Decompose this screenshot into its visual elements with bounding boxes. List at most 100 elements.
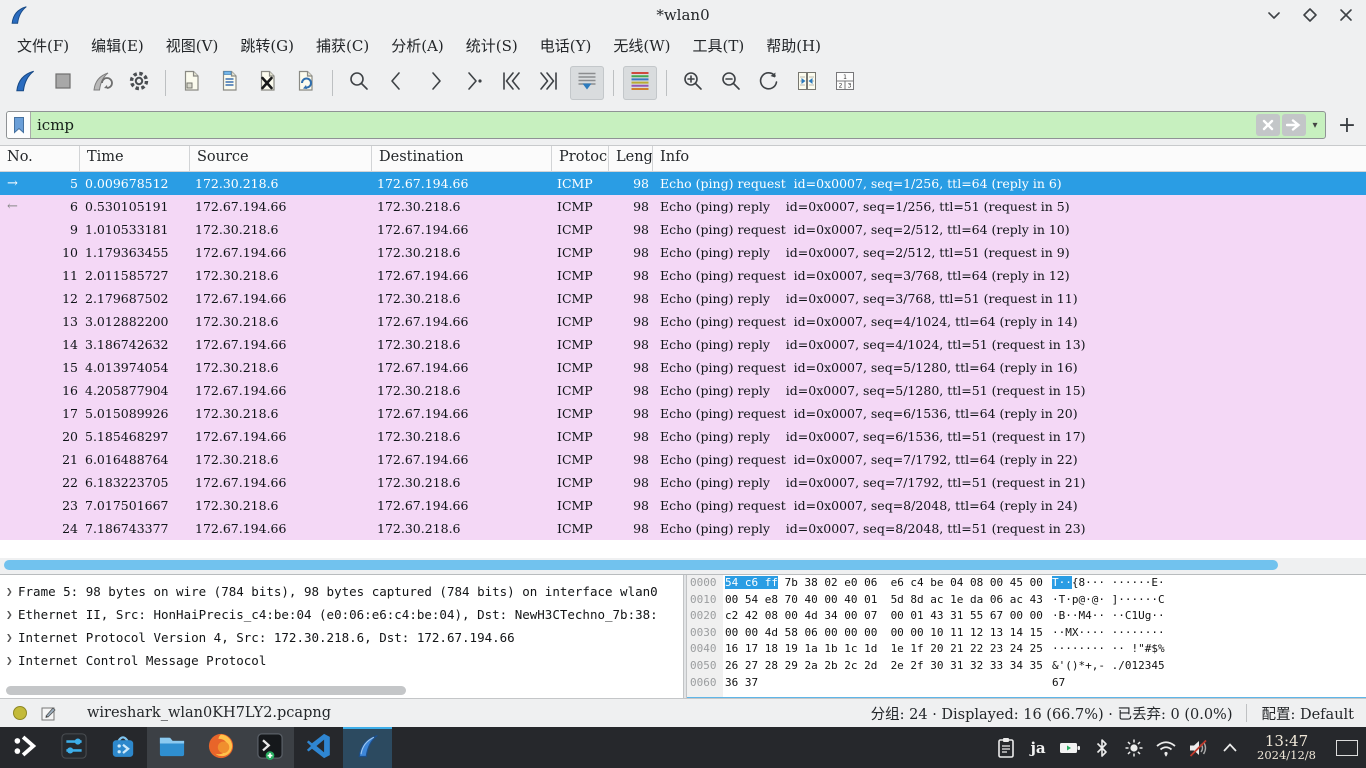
stop-capture-button[interactable]: [46, 66, 80, 100]
packet-row[interactable]: 143.186742632172.67.194.66172.30.218.6IC…: [0, 333, 1366, 356]
hex-row[interactable]: 005026 27 28 29 2a 2b 2c 2d 2e 2f 30 31 …: [687, 658, 1366, 675]
layout-columns-button[interactable]: 123: [828, 66, 862, 100]
hex-row[interactable]: 001000 54 e8 70 40 00 40 01 5d 8d ac 1e …: [687, 592, 1366, 609]
hex-row[interactable]: 004016 17 18 19 1a 1b 1c 1d 1e 1f 20 21 …: [687, 641, 1366, 658]
filter-clear-button[interactable]: [1256, 114, 1280, 136]
volume-muted-icon[interactable]: [1185, 735, 1211, 761]
battery-icon[interactable]: [1057, 735, 1083, 761]
column-header-time[interactable]: Time: [80, 146, 190, 171]
menu-statistics[interactable]: 统计(S): [455, 31, 529, 60]
go-first-button[interactable]: [494, 66, 528, 100]
hex-bytes[interactable]: c2 42 08 00 4d 34 00 07 00 01 43 31 55 6…: [725, 608, 1043, 625]
filter-dropdown-caret[interactable]: ▾: [1308, 114, 1322, 136]
column-header-length[interactable]: Length: [609, 146, 653, 171]
column-header-destination[interactable]: Destination: [372, 146, 552, 171]
expand-chevron-icon[interactable]: ❯: [6, 626, 13, 649]
clock[interactable]: 13:47 2024/12/8: [1257, 734, 1316, 762]
detail-tree-item[interactable]: ❯Internet Control Message Protocol: [0, 649, 683, 672]
filter-apply-button[interactable]: [1282, 114, 1306, 136]
hex-bytes[interactable]: 16 17 18 19 1a 1b 1c 1d 1e 1f 20 21 22 2…: [725, 641, 1043, 658]
taskbar-app-firefox[interactable]: [196, 727, 245, 768]
find-packet-button[interactable]: [342, 66, 376, 100]
taskbar-app-discover[interactable]: [98, 727, 147, 768]
restart-capture-button[interactable]: [84, 66, 118, 100]
close-file-button[interactable]: [251, 66, 285, 100]
input-method-indicator[interactable]: ja: [1025, 735, 1051, 761]
tray-expand-icon[interactable]: [1217, 735, 1243, 761]
open-file-button[interactable]: [175, 66, 209, 100]
packet-row[interactable]: 216.016488764172.30.218.6172.67.194.66IC…: [0, 448, 1366, 471]
wifi-icon[interactable]: [1153, 735, 1179, 761]
zoom-in-button[interactable]: [676, 66, 710, 100]
taskbar-app-konsole[interactable]: [245, 727, 294, 768]
column-header-no[interactable]: No.: [0, 146, 80, 171]
go-last-button[interactable]: [532, 66, 566, 100]
capture-options-button[interactable]: [122, 66, 156, 100]
scrollbar-thumb[interactable]: [4, 560, 1278, 570]
go-to-packet-button[interactable]: [456, 66, 490, 100]
profile-label[interactable]: 配置: Default: [1261, 703, 1366, 724]
go-forward-button[interactable]: [418, 66, 452, 100]
taskbar-app-wireshark[interactable]: [343, 727, 392, 768]
packet-row[interactable]: 122.179687502172.67.194.66172.30.218.6IC…: [0, 287, 1366, 310]
hex-ascii[interactable]: ·B··M4·· ··C1Ug··: [1052, 608, 1165, 625]
clipboard-icon[interactable]: [993, 735, 1019, 761]
hex-bytes[interactable]: 00 00 4d 58 06 00 00 00 00 00 10 11 12 1…: [725, 625, 1043, 642]
details-hscrollbar[interactable]: [6, 686, 406, 695]
taskbar-app-app-launcher[interactable]: [0, 727, 49, 768]
show-desktop-button[interactable]: [1336, 740, 1358, 756]
display-filter-input[interactable]: icmp ▾: [6, 111, 1326, 139]
menu-file[interactable]: 文件(F): [6, 31, 80, 60]
go-back-button[interactable]: [380, 66, 414, 100]
hex-bytes[interactable]: 26 27 28 29 2a 2b 2c 2d 2e 2f 30 31 32 3…: [725, 658, 1043, 675]
packet-row[interactable]: 60.530105191172.67.194.66172.30.218.6ICM…: [0, 195, 1366, 218]
filter-add-button[interactable]: +: [1334, 112, 1360, 138]
menu-help[interactable]: 帮助(H): [755, 31, 832, 60]
packet-row[interactable]: 154.013974054172.30.218.6172.67.194.66IC…: [0, 356, 1366, 379]
close-button[interactable]: [1336, 5, 1356, 25]
expand-chevron-icon[interactable]: ❯: [6, 603, 13, 626]
expert-info-icon[interactable]: [12, 705, 28, 721]
hex-row[interactable]: 006036 3767: [687, 675, 1366, 692]
column-header-info[interactable]: Info: [653, 146, 1366, 171]
packet-row[interactable]: 175.015089926172.30.218.6172.67.194.66IC…: [0, 402, 1366, 425]
hex-bytes[interactable]: 36 37: [725, 675, 758, 692]
menu-edit[interactable]: 编辑(E): [80, 31, 155, 60]
menu-capture[interactable]: 捕获(C): [305, 31, 380, 60]
auto-scroll-button[interactable]: [570, 66, 604, 100]
packet-row[interactable]: 112.011585727172.30.218.6172.67.194.66IC…: [0, 264, 1366, 287]
taskbar-app-vscode[interactable]: [294, 727, 343, 768]
menu-tools[interactable]: 工具(T): [681, 31, 755, 60]
maximize-button[interactable]: [1300, 5, 1320, 25]
reload-file-button[interactable]: [289, 66, 323, 100]
menu-telephony[interactable]: 电话(Y): [529, 31, 603, 60]
detail-tree-item[interactable]: ❯Frame 5: 98 bytes on wire (784 bits), 9…: [0, 580, 683, 603]
menu-analyze[interactable]: 分析(A): [380, 31, 455, 60]
detail-tree-item[interactable]: ❯Ethernet II, Src: HonHaiPrecis_c4:be:04…: [0, 603, 683, 626]
capture-comment-icon[interactable]: [40, 705, 57, 722]
hex-ascii[interactable]: ··MX···· ········: [1052, 625, 1165, 642]
expand-chevron-icon[interactable]: ❯: [6, 649, 13, 672]
start-capture-button[interactable]: [8, 66, 42, 100]
packet-row[interactable]: 226.183223705172.67.194.66172.30.218.6IC…: [0, 471, 1366, 494]
packet-row[interactable]: 247.186743377172.67.194.66172.30.218.6IC…: [0, 517, 1366, 540]
hex-ascii[interactable]: T··{8··· ······E·: [1052, 575, 1165, 592]
taskbar-app-system-settings[interactable]: [49, 727, 98, 768]
hex-ascii[interactable]: ·T·p@·@· ]······C: [1052, 592, 1165, 609]
packet-row[interactable]: 50.009678512172.30.218.6172.67.194.66ICM…: [0, 172, 1366, 195]
hex-ascii[interactable]: &'()*+,- ./012345: [1052, 658, 1165, 675]
hex-row[interactable]: 003000 00 4d 58 06 00 00 00 00 00 10 11 …: [687, 625, 1366, 642]
zoom-out-button[interactable]: [714, 66, 748, 100]
filter-bookmark-button[interactable]: [7, 112, 31, 138]
colorize-button[interactable]: [623, 66, 657, 100]
hex-row[interactable]: 0020c2 42 08 00 4d 34 00 07 00 01 43 31 …: [687, 608, 1366, 625]
resize-columns-button[interactable]: [790, 66, 824, 100]
hex-row[interactable]: 000054 c6 ff 7b 38 02 e0 06 e6 c4 be 04 …: [687, 575, 1366, 592]
save-file-button[interactable]: [213, 66, 247, 100]
packet-row[interactable]: 205.185468297172.67.194.66172.30.218.6IC…: [0, 425, 1366, 448]
menu-go[interactable]: 跳转(G): [229, 31, 305, 60]
packet-row[interactable]: 91.010533181172.30.218.6172.67.194.66ICM…: [0, 218, 1366, 241]
hex-bytes[interactable]: 54 c6 ff 7b 38 02 e0 06 e6 c4 be 04 08 0…: [725, 575, 1043, 592]
packet-row[interactable]: 133.012882200172.30.218.6172.67.194.66IC…: [0, 310, 1366, 333]
packet-row[interactable]: 237.017501667172.30.218.6172.67.194.66IC…: [0, 494, 1366, 517]
